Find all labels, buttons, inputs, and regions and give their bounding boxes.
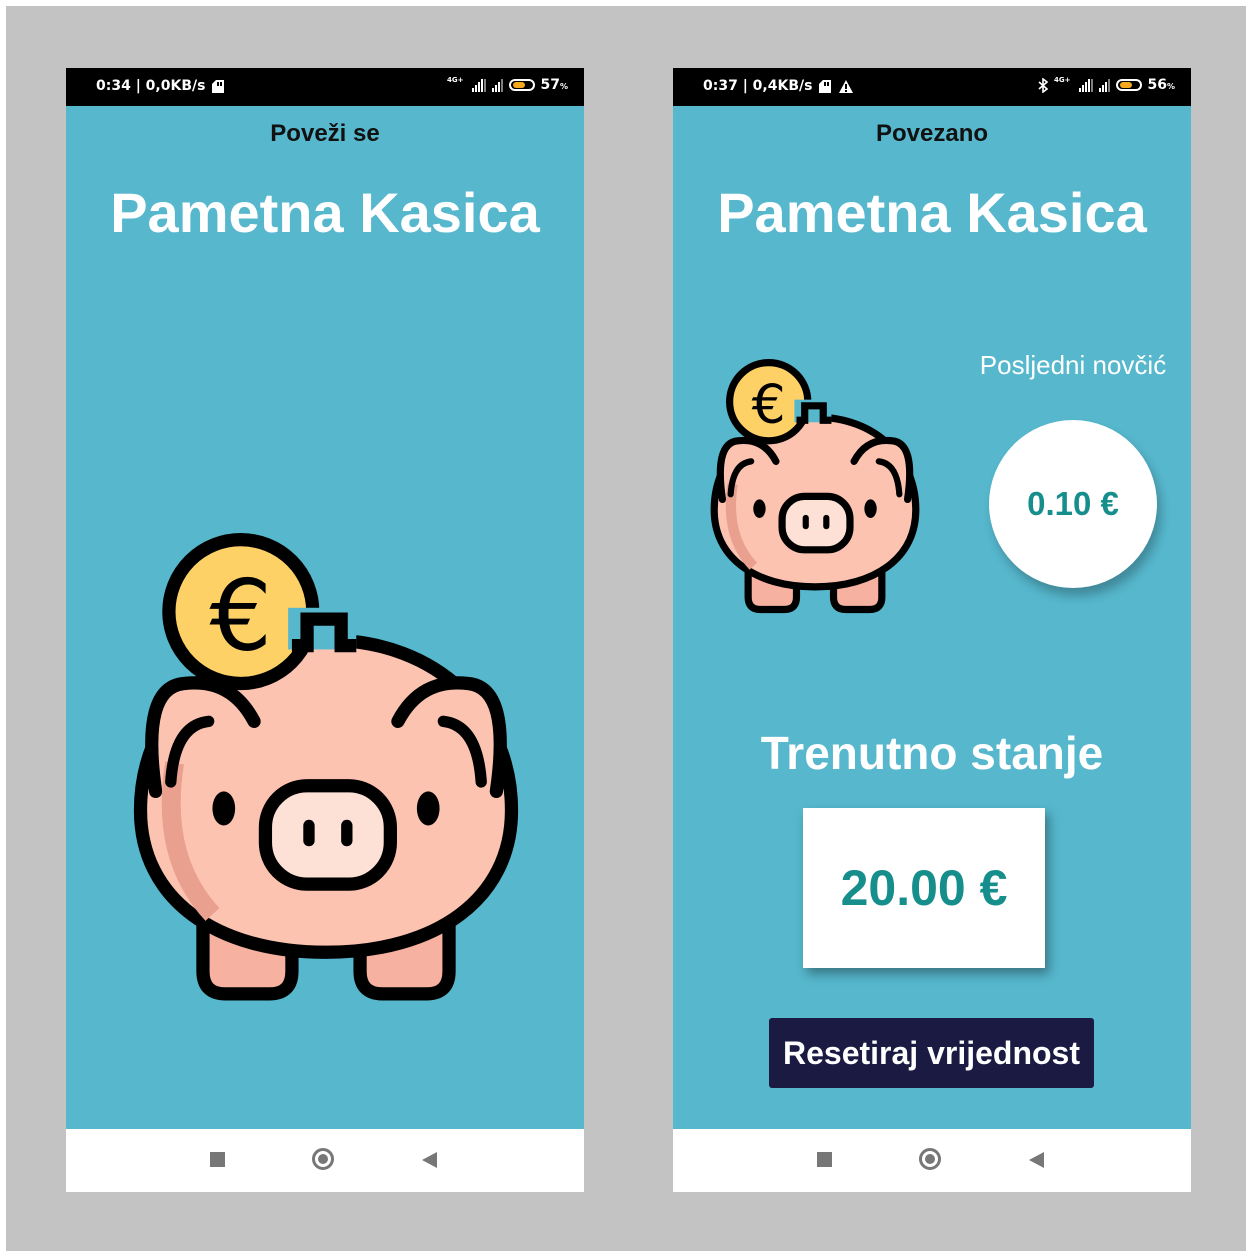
app-title: Pametna Kasica	[110, 181, 540, 244]
battery-icon	[508, 79, 535, 91]
recent-apps-icon[interactable]	[210, 1152, 225, 1167]
cell-signal-2-icon	[491, 78, 503, 92]
piggy-bank-coin-icon: €	[133, 533, 519, 1001]
recent-apps-icon[interactable]	[817, 1152, 832, 1167]
last-coin-label: Posljedni novčić	[979, 350, 1167, 380]
notification-icon	[819, 80, 832, 93]
network-type-label: 4G+	[447, 76, 464, 84]
status-time-speed: 0:37 | 0,4KB/s	[703, 78, 813, 94]
app-title: Pametna Kasica	[717, 181, 1147, 244]
piggy-bank-coin-icon: €	[710, 359, 920, 614]
cell-signal-icon	[1078, 78, 1093, 92]
cell-signal-icon	[471, 78, 486, 92]
euro-symbol: €	[210, 559, 273, 673]
status-bar: 0:34 | 0,0KB/s 4G+ 57%	[66, 68, 584, 106]
back-icon[interactable]	[422, 1152, 437, 1168]
phone-screen-connected: 0:37 | 0,4KB/s 4G+ 56% Povezano Pametna …	[673, 68, 1191, 1192]
euro-symbol: €	[752, 372, 786, 435]
status-time-speed: 0:34 | 0,0KB/s	[96, 78, 206, 94]
connection-status[interactable]: Povezano	[673, 120, 1191, 148]
battery-percent: 57	[540, 77, 560, 93]
bluetooth-icon	[1038, 77, 1049, 93]
navigation-bar	[66, 1129, 584, 1192]
battery-percent: 56	[1147, 77, 1167, 93]
screenshot-frame: 0:34 | 0,0KB/s 4G+ 57% Poveži se Pametna…	[6, 6, 1246, 1251]
home-icon[interactable]	[312, 1148, 334, 1170]
battery-unit: %	[559, 82, 568, 91]
balance-title: Trenutno stanje	[760, 727, 1104, 779]
reset-value-button[interactable]: Resetiraj vrijednost	[769, 1018, 1094, 1088]
home-icon[interactable]	[919, 1148, 941, 1170]
network-type-label: 4G+	[1054, 76, 1071, 84]
balance-value: 20.00 €	[803, 808, 1045, 968]
cell-signal-2-icon	[1098, 78, 1110, 92]
navigation-bar	[673, 1129, 1191, 1192]
connect-link[interactable]: Poveži se	[66, 120, 584, 148]
notification-icon	[212, 80, 225, 93]
back-icon[interactable]	[1029, 1152, 1044, 1168]
battery-unit: %	[1166, 82, 1175, 91]
status-bar: 0:37 | 0,4KB/s 4G+ 56%	[673, 68, 1191, 106]
battery-icon	[1115, 79, 1142, 91]
phone-screen-disconnected: 0:34 | 0,0KB/s 4G+ 57% Poveži se Pametna…	[66, 68, 584, 1192]
last-coin-value: 0.10 €	[989, 420, 1157, 588]
warning-icon	[839, 79, 854, 93]
